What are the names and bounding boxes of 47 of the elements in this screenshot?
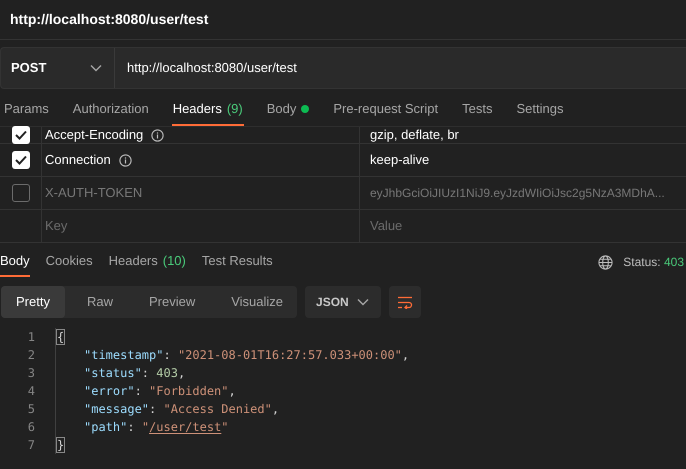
line-number: 2 <box>26 347 36 364</box>
check-icon <box>14 155 26 165</box>
request-tab[interactable]: Params <box>3 93 50 126</box>
request-tab[interactable]: Authorization <box>72 93 150 126</box>
checkbox[interactable] <box>12 126 30 144</box>
chevron-down-icon <box>357 298 370 306</box>
line-number: 4 <box>26 383 36 400</box>
line-number: 6 <box>26 419 36 436</box>
globe-icon[interactable] <box>598 254 614 270</box>
code-line: "timestamp": "2021-08-01T16:27:57.033+00:00", <box>84 347 410 364</box>
wrap-lines-icon <box>397 296 414 308</box>
format-dropdown[interactable]: JSON <box>305 286 382 318</box>
header-key[interactable]: X-AUTH-TOKEN <box>45 183 142 203</box>
code-line: "message": "Access Denied", <box>84 401 280 418</box>
code-line: "error": "Forbidden", <box>84 383 236 400</box>
response-tab[interactable]: Body <box>0 247 30 277</box>
header-key[interactable]: Connection <box>45 150 111 170</box>
info-icon[interactable] <box>118 154 132 166</box>
checkbox[interactable] <box>12 184 30 202</box>
response-tab[interactable]: Cookies <box>46 247 93 277</box>
code-line: "status": 403, <box>84 365 186 382</box>
info-icon[interactable] <box>151 128 164 142</box>
request-tab[interactable]: Tests <box>461 93 494 126</box>
view-mode-tab[interactable]: Raw <box>72 286 127 318</box>
wrap-button[interactable] <box>389 286 422 318</box>
code-line: "path": "/user/test" <box>84 419 229 436</box>
view-mode-tab[interactable]: Visualize <box>217 286 298 318</box>
response-tab[interactable]: Headers (10) <box>108 247 186 277</box>
status-text: Status: 403 <box>623 254 684 271</box>
header-value[interactable]: eyJhbGciOiJIUzI1NiJ9.eyJzdWIiOiJsc2g5NzA3MDhA... <box>370 184 665 202</box>
request-tab[interactable]: Body <box>266 93 310 126</box>
line-number: 1 <box>26 329 36 346</box>
request-tab[interactable]: Pre-request Script <box>332 93 440 126</box>
header-value[interactable]: gzip, deflate, br <box>370 127 459 143</box>
line-number: 5 <box>26 401 36 418</box>
view-mode-tab[interactable]: Pretty <box>1 286 65 318</box>
line-number: 3 <box>26 365 36 382</box>
line-number: 7 <box>26 437 36 454</box>
header-key[interactable]: Accept-Encoding <box>45 125 144 145</box>
check-icon <box>14 130 26 140</box>
response-tab[interactable]: Test Results <box>202 247 273 277</box>
request-tab[interactable]: Headers (9) <box>172 93 244 126</box>
checkbox[interactable] <box>12 151 30 169</box>
request-tab[interactable]: Settings <box>515 93 564 126</box>
header-value[interactable]: keep-alive <box>370 150 430 170</box>
view-mode-tab[interactable]: Preview <box>134 286 210 318</box>
request-title: http://localhost:8080/user/test <box>10 10 208 29</box>
